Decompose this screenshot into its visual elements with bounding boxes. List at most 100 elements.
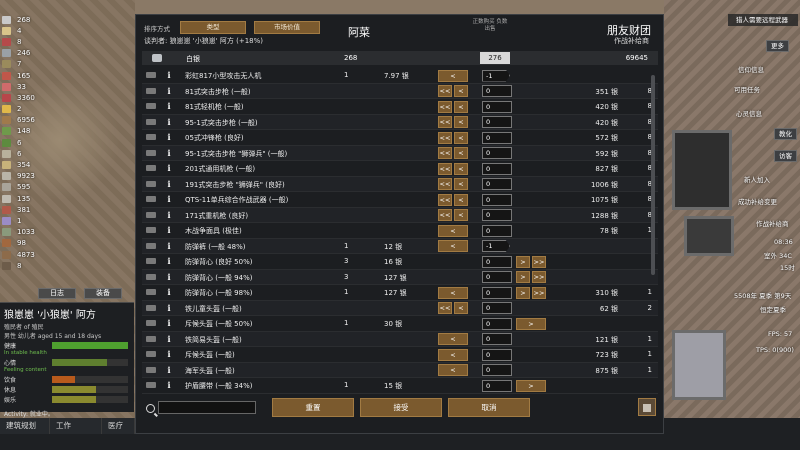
resource-item[interactable]: 381 (2, 204, 62, 215)
buy-one-button[interactable]: < (438, 224, 468, 237)
quantity-field[interactable]: 0 (482, 100, 512, 113)
buy-one-button[interactable]: < (454, 193, 468, 206)
info-icon[interactable]: i (166, 334, 172, 344)
quantity-field[interactable]: -1 (482, 69, 510, 82)
sort-by-category-button[interactable]: 类型 (180, 21, 246, 34)
quantity-field[interactable]: 0 (482, 147, 512, 159)
buy-one-button[interactable]: < (454, 85, 468, 97)
info-icon[interactable]: i (166, 210, 172, 220)
visitor-button[interactable]: 访客 (774, 150, 797, 162)
resource-item[interactable]: 6 (2, 148, 62, 159)
buy-one-button[interactable]: < (454, 100, 468, 113)
resource-item[interactable]: 6 (2, 137, 62, 148)
trade-row[interactable]: i 191式突击步枪 "狮弹兵" (良好) << <0 1006 银8 (142, 176, 658, 192)
trade-row[interactable]: i 铁儿童头盔 (一般) << <0 62 银2 (142, 300, 658, 316)
trade-row[interactable]: i 05式冲锋枪 (良好) << <0 572 银8 (142, 130, 658, 146)
resource-item[interactable]: 33 (2, 81, 62, 92)
buy-one-button[interactable]: < (438, 69, 468, 82)
search-input[interactable] (158, 401, 256, 414)
buy-one-button[interactable]: < (454, 178, 468, 190)
buy-one-button[interactable]: < (438, 348, 468, 361)
buy-all-button[interactable]: << (438, 85, 452, 97)
buy-all-button[interactable]: << (438, 147, 452, 159)
trade-row[interactable]: i 木战争面具 (极佳) <0 78 银 1 (142, 223, 658, 239)
buy-one-button[interactable]: < (438, 286, 468, 299)
resource-item[interactable]: 148 (2, 126, 62, 137)
quantity-field[interactable]: 0 (482, 379, 512, 392)
info-icon[interactable]: i (166, 272, 172, 282)
resource-item[interactable]: 1 (2, 215, 62, 226)
resource-item[interactable]: 6956 (2, 115, 62, 126)
quantity-field[interactable]: 0 (482, 131, 512, 144)
quantity-field[interactable]: 0 (482, 333, 512, 345)
buy-all-button[interactable]: << (438, 193, 452, 206)
resource-item[interactable]: 7 (2, 59, 62, 70)
resource-item[interactable]: 1033 (2, 227, 62, 238)
sell-all-button[interactable]: >> (532, 286, 546, 299)
trade-list-scrollbar[interactable] (651, 75, 655, 275)
sell-one-button[interactable]: > (516, 286, 530, 299)
info-icon[interactable]: i (166, 194, 172, 204)
map-building[interactable] (684, 216, 734, 256)
info-icon[interactable]: i (166, 256, 172, 266)
psychic-info-button[interactable]: 心灵信息 (736, 108, 762, 118)
resource-item[interactable]: 8 (2, 260, 62, 271)
resource-item[interactable]: 9923 (2, 171, 62, 182)
silver-trade-field[interactable]: 276 (480, 52, 510, 64)
info-icon[interactable]: i (166, 70, 172, 80)
info-icon[interactable]: i (166, 132, 172, 142)
trade-row[interactable]: i 81式突击步枪 (一般) << <0 351 银8 (142, 83, 658, 99)
quantity-field[interactable]: 0 (482, 116, 512, 128)
ideology-info-button[interactable]: 信仰信息 (738, 64, 764, 74)
resource-item[interactable]: 246 (2, 48, 62, 59)
sell-one-button[interactable]: > (516, 379, 546, 392)
buy-all-button[interactable]: << (438, 209, 452, 221)
info-icon[interactable]: i (166, 349, 172, 359)
new-colonist-notice[interactable]: 新人加入 (744, 174, 770, 184)
trade-row[interactable]: i 95-1式突击步枪 "狮弹兵" (一般) << <0 592 银8 (142, 145, 658, 161)
trade-row[interactable]: i 彩虹817小型攻击无人机 1 7.97 银 < -1 (142, 68, 658, 84)
info-icon[interactable]: i (166, 225, 172, 235)
quantity-field[interactable]: 0 (482, 255, 512, 268)
quantity-field[interactable]: 0 (482, 178, 512, 190)
supply-change-notice[interactable]: 成功补给变更 (738, 196, 777, 206)
tab-work[interactable]: 工作 (50, 418, 102, 434)
sell-one-button[interactable]: > (516, 255, 530, 268)
sell-all-button[interactable]: >> (532, 271, 546, 283)
info-icon[interactable]: i (166, 148, 172, 158)
resource-item[interactable]: 595 (2, 182, 62, 193)
info-icon[interactable]: i (166, 287, 172, 297)
info-icon[interactable]: i (166, 86, 172, 96)
resource-item[interactable]: 98 (2, 238, 62, 249)
resource-item[interactable]: 3360 (2, 92, 62, 103)
tab-medical[interactable]: 医疗 (102, 418, 135, 434)
quantity-field[interactable]: 0 (482, 317, 512, 330)
trader-notice[interactable]: 作战补给商 (756, 218, 789, 228)
buy-one-button[interactable]: < (454, 302, 468, 314)
quantity-field[interactable]: 0 (482, 286, 512, 299)
info-icon[interactable]: i (166, 380, 172, 390)
quantity-field[interactable]: 0 (482, 224, 512, 237)
quantity-field[interactable]: 0 (482, 162, 512, 175)
resource-item[interactable]: 268 (2, 14, 62, 25)
quantity-field[interactable]: 0 (482, 302, 512, 314)
trade-row[interactable]: i 防弹背心 (良好 50%) 3 16 银 0 > >> (142, 254, 658, 270)
trade-row[interactable]: i QTS-11单兵综合作战武器 (一般) << <0 1075 银8 (142, 192, 658, 208)
quantity-field[interactable]: 0 (482, 85, 512, 97)
info-icon[interactable]: i (166, 241, 172, 251)
info-icon[interactable]: i (166, 303, 172, 313)
quests-button[interactable]: 可用任务 (734, 84, 760, 94)
quantity-field[interactable]: 0 (482, 271, 512, 283)
buy-all-button[interactable]: << (438, 116, 452, 128)
more-button[interactable]: 更多 (766, 40, 789, 52)
tab-architect[interactable]: 建筑规划 (0, 418, 50, 434)
buy-one-button[interactable]: < (454, 162, 468, 175)
map-building[interactable] (672, 330, 726, 400)
trade-row[interactable]: i 防弹背心 (一般 98%) 1 127 银 <0 > >> 310 银1 (142, 285, 658, 301)
resource-item[interactable]: 2 (2, 104, 62, 115)
reset-button[interactable]: 重置 (272, 398, 354, 417)
trade-row[interactable]: i 铁简易头盔 (一般) <0 121 银 1 (142, 331, 658, 347)
buy-one-button[interactable]: < (438, 333, 468, 345)
buy-one-button[interactable]: < (454, 147, 468, 159)
resource-item[interactable]: 4873 (2, 249, 62, 260)
